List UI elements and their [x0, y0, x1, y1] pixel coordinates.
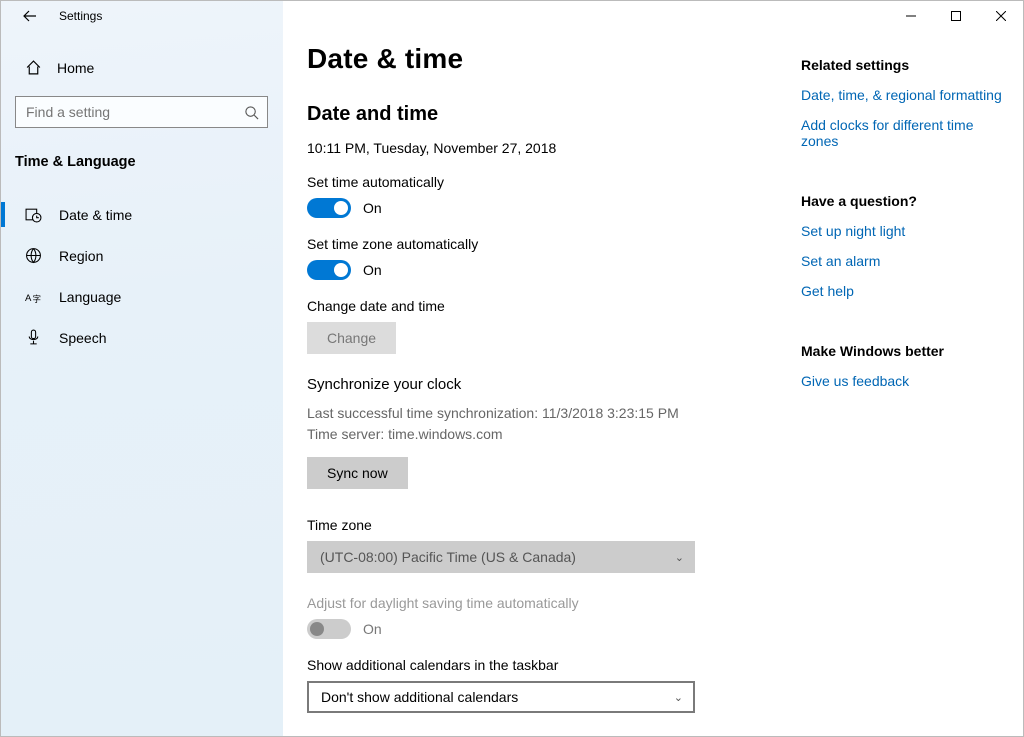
dst-state: On — [363, 621, 382, 637]
page-title: Date & time — [307, 43, 783, 75]
sidebar-home[interactable]: Home — [1, 31, 282, 96]
sidebar-item-label: Region — [59, 248, 103, 264]
microphone-icon — [25, 329, 43, 346]
change-datetime-label: Change date and time — [307, 298, 783, 314]
set-time-auto-toggle[interactable] — [307, 198, 351, 218]
sidebar: Settings Home Time & Language — [1, 1, 283, 736]
change-button: Change — [307, 322, 396, 354]
globe-icon — [25, 247, 43, 264]
sidebar-item-label: Language — [59, 289, 121, 305]
search-box[interactable] — [15, 96, 268, 128]
content: Date & time Date and time 10:11 PM, Tues… — [283, 31, 783, 736]
sidebar-item-region[interactable]: Region — [1, 235, 282, 276]
search-icon — [244, 105, 259, 120]
svg-text:A: A — [25, 293, 32, 304]
sync-heading: Synchronize your clock — [307, 376, 783, 393]
related-settings-heading: Related settings — [801, 57, 1013, 73]
link-set-alarm[interactable]: Set an alarm — [801, 253, 1013, 269]
chevron-down-icon: ⌄ — [675, 551, 684, 564]
sidebar-nav: Date & time Region A字 Language Speech — [1, 184, 282, 358]
main: Date & time Date and time 10:11 PM, Tues… — [283, 1, 1023, 736]
search-input[interactable] — [26, 104, 244, 120]
link-night-light[interactable]: Set up night light — [801, 223, 1013, 239]
additional-calendars-value: Don't show additional calendars — [321, 689, 518, 705]
question-heading: Have a question? — [801, 193, 1013, 209]
back-button[interactable] — [19, 5, 41, 27]
language-icon: A字 — [25, 288, 43, 305]
home-icon — [25, 59, 43, 76]
search-wrap — [1, 96, 282, 146]
set-tz-auto-row: On — [307, 260, 783, 280]
sidebar-item-speech[interactable]: Speech — [1, 317, 282, 358]
set-time-auto-row: On — [307, 198, 783, 218]
window-title: Settings — [59, 9, 102, 23]
sync-now-button[interactable]: Sync now — [307, 457, 408, 489]
dst-row: On — [307, 619, 783, 639]
chevron-down-icon: ⌄ — [674, 691, 683, 704]
current-datetime: 10:11 PM, Tuesday, November 27, 2018 — [307, 140, 783, 156]
sidebar-category: Time & Language — [1, 146, 282, 184]
sync-last: Last successful time synchronization: 11… — [307, 403, 783, 424]
sync-server: Time server: time.windows.com — [307, 424, 783, 445]
link-add-clocks[interactable]: Add clocks for different time zones — [801, 117, 1013, 149]
sidebar-home-label: Home — [57, 60, 94, 76]
minimize-icon — [906, 11, 916, 21]
additional-calendars-select[interactable]: Don't show additional calendars ⌄ — [307, 681, 695, 713]
link-feedback[interactable]: Give us feedback — [801, 373, 1013, 389]
set-time-auto-label: Set time automatically — [307, 174, 783, 190]
link-get-help[interactable]: Get help — [801, 283, 1013, 299]
sync-info: Last successful time synchronization: 11… — [307, 403, 783, 445]
timezone-label: Time zone — [307, 517, 783, 533]
sidebar-item-label: Speech — [59, 330, 106, 346]
maximize-button[interactable] — [933, 1, 978, 31]
titlebar-left: Settings — [1, 1, 282, 31]
dst-toggle — [307, 619, 351, 639]
titlebar-right — [283, 1, 1023, 31]
set-tz-auto-label: Set time zone automatically — [307, 236, 783, 252]
minimize-button[interactable] — [888, 1, 933, 31]
set-time-auto-state: On — [363, 200, 382, 216]
datetime-heading: Date and time — [307, 103, 783, 126]
additional-calendars-label: Show additional calendars in the taskbar — [307, 657, 783, 673]
sidebar-item-language[interactable]: A字 Language — [1, 276, 282, 317]
settings-window: Settings Home Time & Language — [1, 1, 1023, 736]
timezone-value: (UTC-08:00) Pacific Time (US & Canada) — [320, 549, 576, 565]
right-pane: Related settings Date, time, & regional … — [783, 31, 1013, 736]
arrow-left-icon — [23, 9, 37, 23]
dst-label: Adjust for daylight saving time automati… — [307, 595, 783, 611]
set-tz-auto-state: On — [363, 262, 382, 278]
sidebar-item-date-time[interactable]: Date & time — [1, 194, 282, 235]
svg-text:字: 字 — [32, 294, 41, 304]
close-icon — [996, 11, 1006, 21]
set-tz-auto-toggle[interactable] — [307, 260, 351, 280]
timezone-select: (UTC-08:00) Pacific Time (US & Canada) ⌄ — [307, 541, 695, 573]
content-wrap: Date & time Date and time 10:11 PM, Tues… — [283, 31, 1023, 736]
link-regional-formatting[interactable]: Date, time, & regional formatting — [801, 87, 1013, 103]
sidebar-item-label: Date & time — [59, 207, 132, 223]
maximize-icon — [951, 11, 961, 21]
improve-heading: Make Windows better — [801, 343, 1013, 359]
clock-calendar-icon — [25, 206, 43, 223]
close-button[interactable] — [978, 1, 1023, 31]
